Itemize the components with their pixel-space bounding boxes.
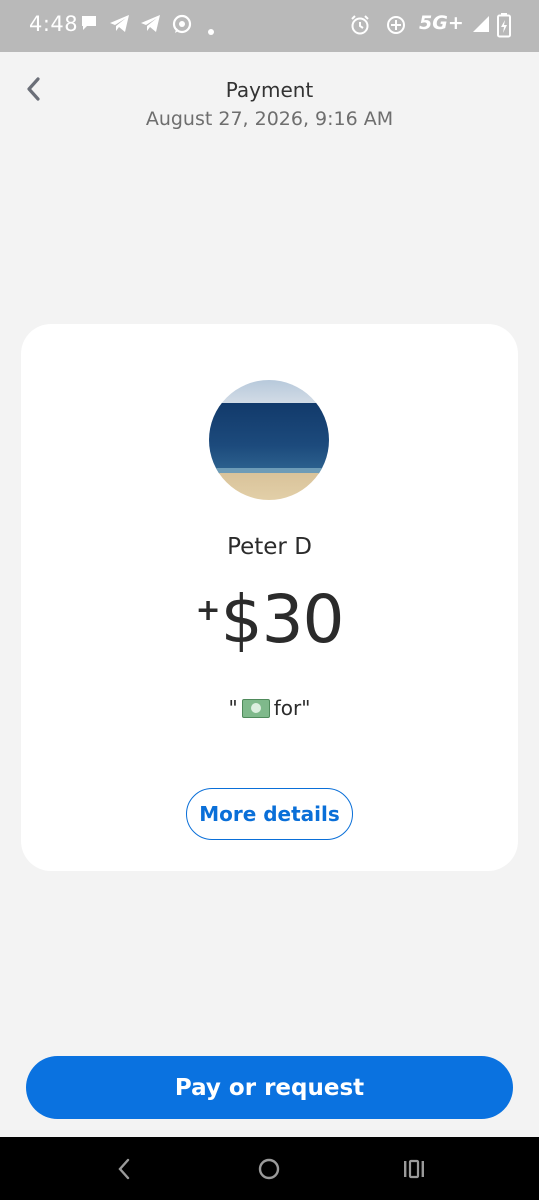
back-icon [118, 1158, 130, 1179]
pay-or-request-button[interactable]: Pay or request [26, 1056, 513, 1119]
avatar[interactable] [209, 380, 329, 500]
amount-value: $30 [220, 581, 345, 658]
amount: +$30 [21, 587, 518, 653]
status-time: 4:48 [29, 12, 79, 36]
recents-icon [404, 1159, 424, 1178]
dollar-bill-icon [241, 698, 270, 718]
chat-bubble-icon [80, 14, 98, 38]
page-title: Payment [225, 78, 314, 102]
amount-sign: + [195, 593, 221, 628]
nav-back-button[interactable] [79, 1137, 169, 1200]
note-text: for" [273, 696, 311, 720]
transaction-card: Peter D +$30 " for" More details [21, 324, 518, 871]
person-name: Peter D [227, 534, 312, 560]
nav-home-button[interactable] [224, 1137, 314, 1200]
battery-icon [496, 12, 512, 42]
nav-recents-button[interactable] [369, 1137, 459, 1200]
telegram-icon [140, 14, 162, 38]
more-details-button[interactable]: More details [186, 788, 353, 840]
network-label: 5G+ [419, 12, 464, 34]
telegram-icon [109, 14, 131, 38]
status-bar: 4:48 5G+ [0, 0, 539, 52]
dot-icon [207, 21, 215, 40]
transaction-date: August 27, 2026, 9:16 AM [145, 108, 394, 130]
payment-note: " for" [21, 696, 518, 720]
signal-icon [471, 14, 491, 38]
data-saver-icon [385, 14, 407, 40]
note-open-quote: " [228, 696, 238, 720]
navigation-bar [0, 1137, 539, 1200]
alarm-icon [349, 14, 371, 40]
whatsapp-icon [171, 14, 193, 40]
home-icon [258, 1158, 280, 1179]
